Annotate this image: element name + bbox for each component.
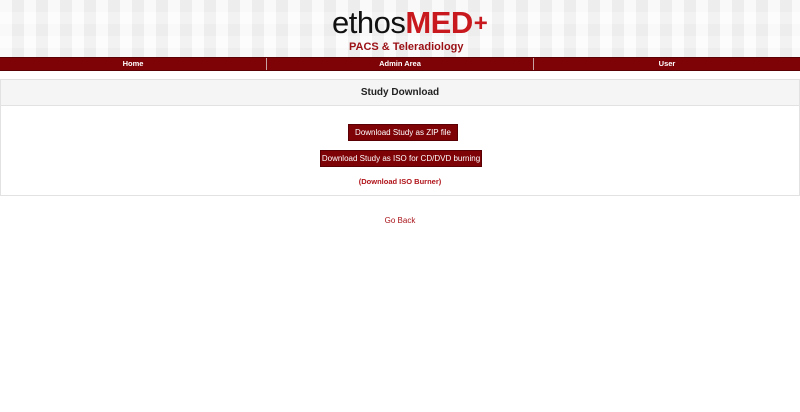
download-zip-button[interactable]: Download Study as ZIP file <box>348 124 458 141</box>
nav-item-home[interactable]: Home <box>0 58 267 70</box>
page-header: ethosMED+ PACS & Teleradiology <box>0 0 800 57</box>
logo-tagline: PACS & Teleradiology <box>349 41 464 53</box>
logo-plus: + <box>473 10 488 37</box>
logo-text-main: ethos <box>332 5 406 40</box>
nav-item-user[interactable]: User <box>534 58 800 70</box>
main-navigation: Home Admin Area User <box>0 57 800 71</box>
download-iso-button[interactable]: Download Study as ISO for CD/DVD burning <box>320 150 482 167</box>
study-download-panel: Study Download Download Study as ZIP fil… <box>0 79 800 196</box>
panel-title: Study Download <box>1 80 799 106</box>
download-iso-burner-link[interactable]: (Download ISO Burner) <box>1 177 799 186</box>
ethosmed-logo: ethosMED+ <box>332 5 488 41</box>
nav-item-admin-area[interactable]: Admin Area <box>267 58 534 70</box>
go-back-link[interactable]: Go Back <box>0 216 800 225</box>
logo-text-brand: MED <box>405 5 473 40</box>
